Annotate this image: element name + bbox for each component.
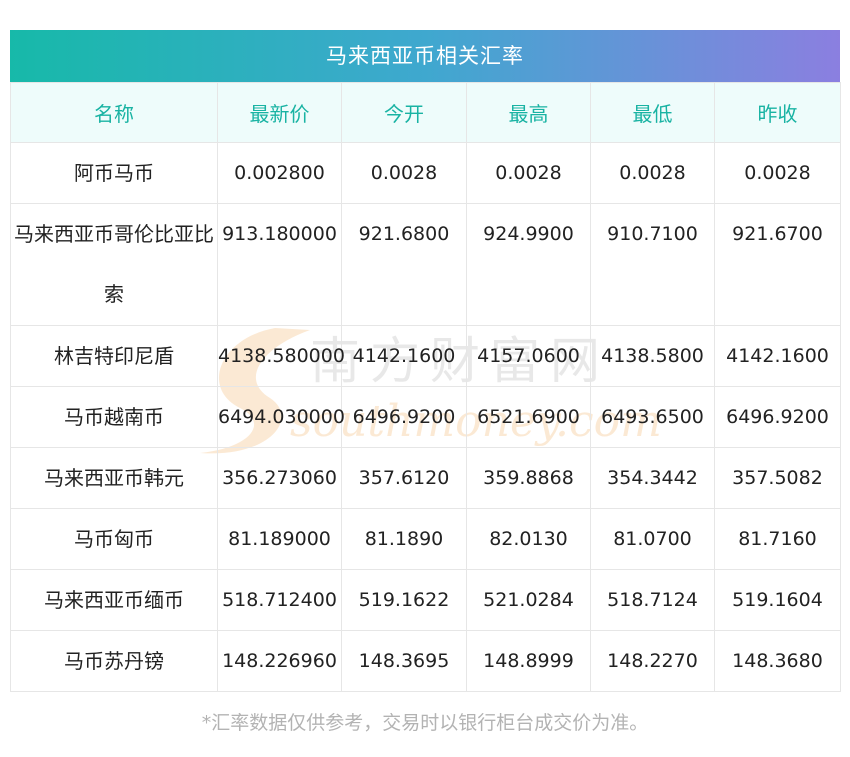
header-name: 名称 [10,82,218,143]
row-name: 阿币马币 [10,142,218,204]
cell-high: 0.0028 [466,142,591,204]
rate-table: 名称 最新价 今开 最高 最低 昨收 阿币马币 0.002800 0.0028 … [10,82,841,692]
table-row: 马来西亚币韩元 356.273060 357.6120 359.8868 354… [10,447,841,509]
cell-open: 519.1622 [341,569,467,631]
cell-low: 4138.5800 [590,325,715,387]
cell-latest: 148.226960 [217,630,342,692]
cell-open: 148.3695 [341,630,467,692]
cell-high: 924.9900 [466,203,591,326]
cell-low: 148.2270 [590,630,715,692]
cell-latest: 518.712400 [217,569,342,631]
row-name: 马币苏丹镑 [10,630,218,692]
cell-prev-close: 6496.9200 [714,386,841,448]
row-name: 马来西亚币缅币 [10,569,218,631]
cell-high: 359.8868 [466,447,591,509]
cell-prev-close: 148.3680 [714,630,841,692]
cell-low: 518.7124 [590,569,715,631]
cell-latest: 913.180000 [217,203,342,326]
table-row: 马来西亚币缅币 518.712400 519.1622 521.0284 518… [10,569,841,631]
cell-low: 6493.6500 [590,386,715,448]
cell-prev-close: 0.0028 [714,142,841,204]
row-name: 马币匈币 [10,508,218,570]
cell-prev-close: 4142.1600 [714,325,841,387]
header-latest: 最新价 [217,82,342,143]
cell-high: 6521.6900 [466,386,591,448]
table-row: 阿币马币 0.002800 0.0028 0.0028 0.0028 0.002… [10,142,841,204]
cell-prev-close: 357.5082 [714,447,841,509]
cell-open: 0.0028 [341,142,467,204]
cell-latest: 356.273060 [217,447,342,509]
rate-table-container: 马来西亚币相关汇率 名称 最新价 今开 最高 最低 昨收 阿币马币 0.0028… [10,30,841,692]
cell-high: 4157.0600 [466,325,591,387]
header-high: 最高 [466,82,591,143]
header-open: 今开 [341,82,467,143]
cell-prev-close: 519.1604 [714,569,841,631]
row-name: 马来西亚币韩元 [10,447,218,509]
cell-low: 354.3442 [590,447,715,509]
cell-latest: 6494.030000 [217,386,345,448]
cell-prev-close: 921.6700 [714,203,841,326]
table-title: 马来西亚币相关汇率 [10,30,840,82]
cell-high: 82.0130 [466,508,591,570]
table-header-row: 名称 最新价 今开 最高 最低 昨收 [10,82,841,143]
cell-open: 4142.1600 [341,325,467,387]
cell-open: 357.6120 [341,447,467,509]
cell-open: 921.6800 [341,203,467,326]
cell-open: 6496.9200 [341,386,467,448]
cell-prev-close: 81.7160 [714,508,841,570]
cell-low: 910.7100 [590,203,715,326]
table-row: 马币越南币 6494.030000 6496.9200 6521.6900 64… [10,386,841,448]
cell-low: 0.0028 [590,142,715,204]
cell-high: 521.0284 [466,569,591,631]
cell-latest: 0.002800 [217,142,342,204]
header-low: 最低 [590,82,715,143]
table-row: 马币苏丹镑 148.226960 148.3695 148.8999 148.2… [10,630,841,692]
table-row: 林吉特印尼盾 4138.580000 4142.1600 4157.0600 4… [10,325,841,387]
table-row: 马来西亚币哥伦比亚比索 913.180000 921.6800 924.9900… [10,203,841,326]
cell-latest: 81.189000 [217,508,342,570]
header-prev-close: 昨收 [714,82,841,143]
row-name: 马币越南币 [10,386,218,448]
row-name: 林吉特印尼盾 [10,325,218,387]
disclaimer-note: *汇率数据仅供参考，交易时以银行柜台成交价为准。 [201,712,649,734]
cell-open: 81.1890 [341,508,467,570]
cell-high: 148.8999 [466,630,591,692]
table-row: 马币匈币 81.189000 81.1890 82.0130 81.0700 8… [10,508,841,570]
cell-latest: 4138.580000 [217,325,345,387]
cell-low: 81.0700 [590,508,715,570]
row-name: 马来西亚币哥伦比亚比索 [10,203,218,326]
